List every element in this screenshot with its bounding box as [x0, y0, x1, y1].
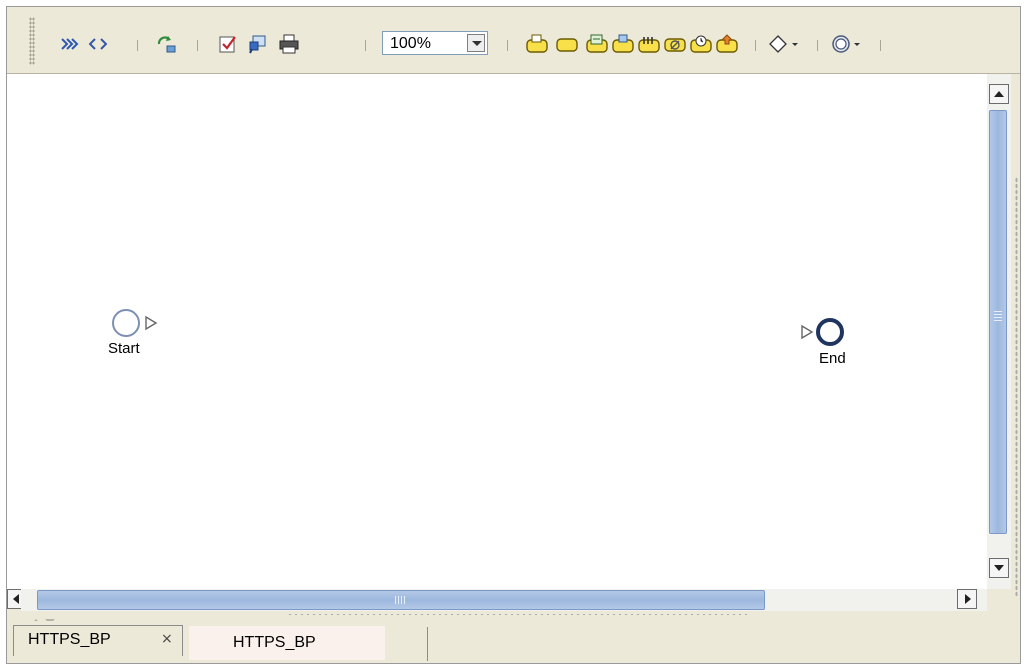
tab-https-bp[interactable]: HTTPS_BP: [189, 626, 385, 660]
horizontal-scroll-thumb[interactable]: [37, 590, 765, 610]
zoom-value: 100%: [390, 35, 431, 52]
toolbar-grip[interactable]: [29, 17, 35, 65]
end-label: End: [819, 350, 846, 367]
scroll-up-button[interactable]: [989, 84, 1009, 104]
source-code-icon[interactable]: [87, 33, 109, 55]
toolbar-separator: [365, 40, 366, 51]
scroll-right-button[interactable]: [957, 589, 977, 609]
synchronize-icon[interactable]: [154, 33, 178, 55]
validate-icon[interactable]: [217, 33, 239, 55]
search-icon[interactable]: [247, 33, 269, 55]
tab-label: HTTPS_BP: [233, 634, 316, 651]
tab-separator: [427, 627, 428, 661]
toolbar-separator: [507, 40, 508, 51]
vertical-scrollbar[interactable]: [987, 74, 1011, 589]
throw-icon[interactable]: [663, 33, 687, 55]
toolbar-separator: [880, 40, 881, 51]
editor-toolbar: 100%: [7, 7, 1020, 74]
zoom-dropdown-button[interactable]: [467, 34, 485, 52]
toolbar-separator: [197, 40, 198, 51]
event-icon[interactable]: [829, 33, 867, 55]
zoom-select[interactable]: 100%: [382, 31, 488, 55]
bpel-icon[interactable]: [59, 33, 81, 55]
tab-label: HTTPS_BP: [28, 631, 111, 648]
while-icon[interactable]: [637, 33, 661, 55]
start-label: Start: [108, 340, 140, 357]
empty-activity-icon[interactable]: [555, 33, 579, 55]
close-icon[interactable]: ×: [161, 631, 173, 647]
print-icon[interactable]: [277, 33, 301, 55]
editor-tab-bar: HTTPS_BP × HTTPS_BP: [7, 621, 1020, 663]
invoke-icon[interactable]: [611, 33, 635, 55]
tab-https-bp-active[interactable]: HTTPS_BP ×: [13, 625, 183, 656]
bpel-editor-frame: 100% Start End HTTPS_BP × HTTPS_BP: [6, 6, 1021, 664]
end-node[interactable]: [800, 315, 850, 354]
receive-icon[interactable]: [525, 33, 549, 55]
horizontal-scrollbar[interactable]: [21, 589, 987, 611]
start-node[interactable]: [111, 308, 165, 343]
assign-icon[interactable]: [585, 33, 609, 55]
wait-icon[interactable]: [689, 33, 713, 55]
decision-icon[interactable]: [767, 33, 803, 55]
vertical-scroll-thumb[interactable]: [989, 110, 1007, 534]
reply-icon[interactable]: [715, 33, 739, 55]
diagram-canvas[interactable]: Start End: [7, 74, 987, 589]
collapse-arrows[interactable]: [29, 612, 59, 624]
toolbar-separator: [817, 40, 818, 51]
horizontal-splitter[interactable]: [287, 613, 747, 616]
toolbar-separator: [137, 40, 138, 51]
toolbar-separator: [755, 40, 756, 51]
scroll-down-button[interactable]: [989, 558, 1009, 578]
splitter-handle[interactable]: [1015, 177, 1018, 597]
